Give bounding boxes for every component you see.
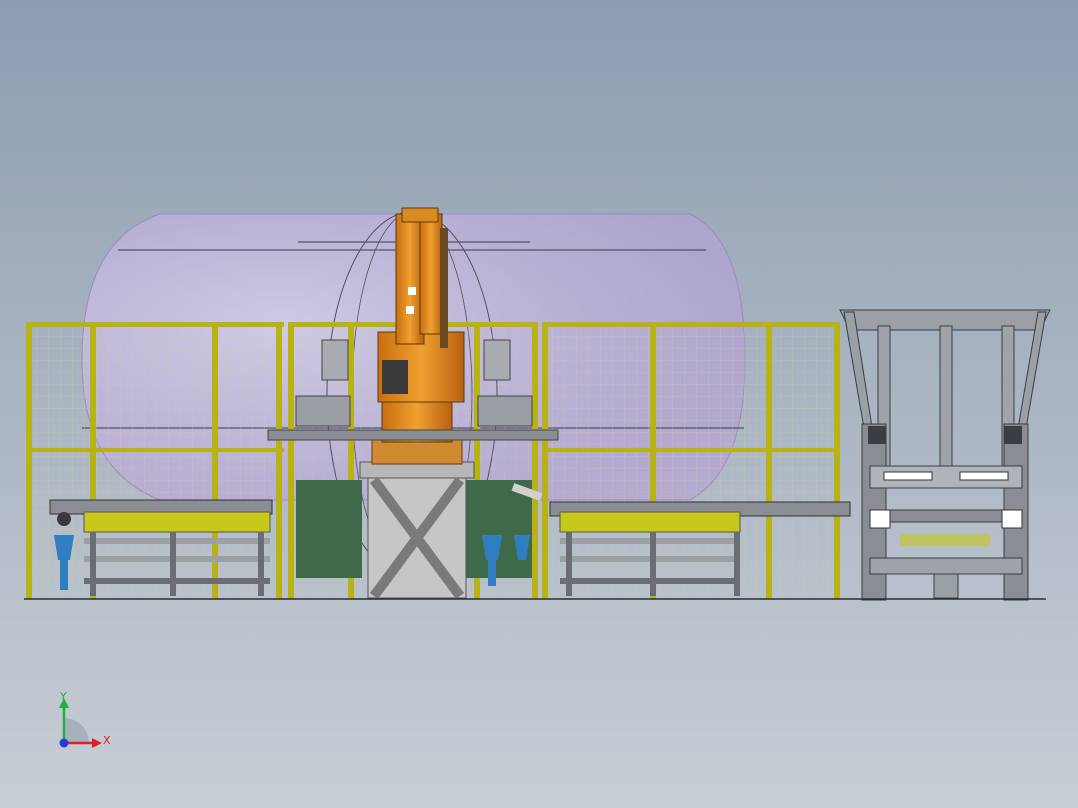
coordinate-triad: Y X <box>59 690 111 748</box>
z-axis-quadrant <box>64 718 89 743</box>
cad-graphics-viewport[interactable]: Y X <box>0 0 1078 808</box>
z-axis-origin <box>59 738 69 748</box>
x-axis-label: X <box>103 734 111 747</box>
x-axis-arrow <box>92 738 102 748</box>
y-axis-label: Y <box>59 690 67 703</box>
